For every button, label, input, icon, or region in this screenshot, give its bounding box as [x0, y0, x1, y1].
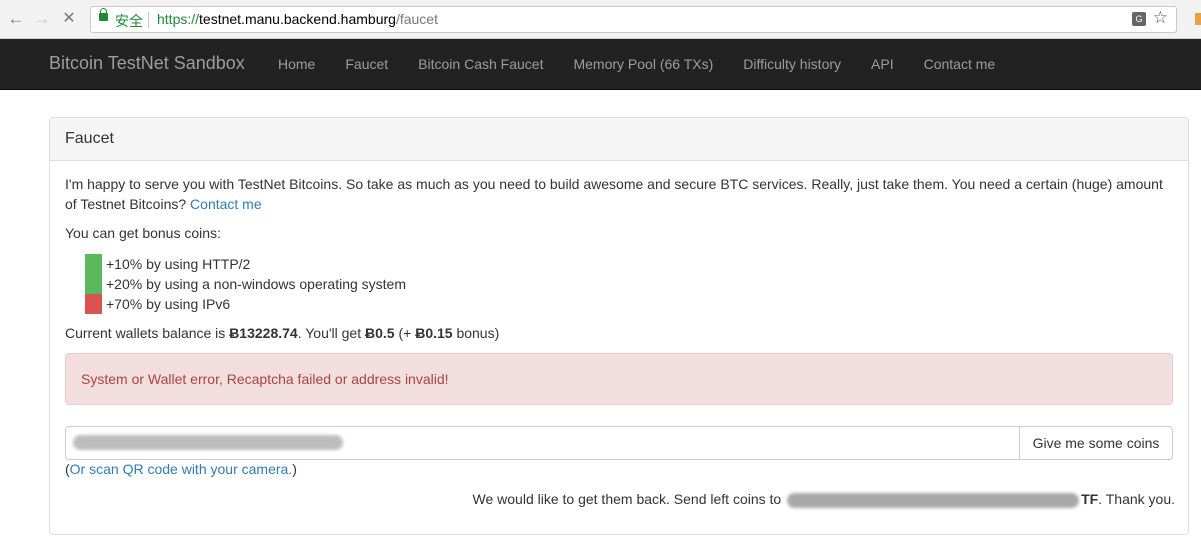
bonus-status-indicator	[85, 274, 102, 294]
return-address-end: TF	[1081, 491, 1099, 507]
panel-heading: Faucet	[50, 118, 1188, 161]
browser-toolbar: ← → ✕ 安全 https://testnet.manu.backend.ha…	[0, 0, 1201, 39]
balance-prefix: Current wallets balance is	[65, 325, 230, 341]
bonus-status-indicator	[85, 254, 102, 274]
bonus-label: +20% by using a non-windows operating sy…	[106, 276, 407, 292]
balance-mid: . You'll get	[297, 325, 365, 341]
qr-close: )	[292, 461, 297, 477]
forward-arrow-icon[interactable]: →	[32, 8, 52, 30]
nav-item-bitcoin-cash-faucet[interactable]: Bitcoin Cash Faucet	[403, 39, 558, 89]
redacted-return-address	[787, 492, 1080, 508]
redacted-address	[73, 435, 343, 450]
back-arrow-icon[interactable]: ←	[6, 8, 26, 30]
bonus-label: +10% by using HTTP/2	[106, 256, 251, 272]
return-prefix: We would like to get them back. Send lef…	[472, 491, 786, 507]
qr-hint: (Or scan QR code with your camera.)	[65, 459, 1175, 479]
panel-title: Faucet	[65, 130, 114, 147]
nav-item-api[interactable]: API	[856, 39, 909, 89]
contact-me-link[interactable]: Contact me	[190, 196, 262, 212]
return-coins-line: We would like to get them back. Send lef…	[65, 489, 1175, 509]
scan-qr-link[interactable]: Or scan QR code with your camera.	[70, 461, 293, 477]
nav-item-faucet[interactable]: Faucet	[330, 39, 403, 89]
translate-icon[interactable]: G	[1132, 12, 1146, 26]
return-suffix: . Thank you.	[1098, 491, 1175, 507]
bonus-heading: You can get bonus coins:	[65, 225, 221, 241]
lock-icon	[99, 8, 108, 21]
address-bar[interactable]: 安全 https://testnet.manu.backend.hamburg/…	[90, 6, 1177, 33]
faucet-panel: Faucet I'm happy to serve you with TestN…	[49, 117, 1189, 535]
site-navbar: Bitcoin TestNet Sandbox Home Faucet Bitc…	[0, 39, 1201, 90]
nav-item-memory-pool[interactable]: Memory Pool (66 TXs)	[558, 39, 728, 89]
wallet-address-input[interactable]	[65, 426, 1020, 460]
brand-link[interactable]: Bitcoin TestNet Sandbox	[49, 53, 245, 74]
error-alert: System or Wallet error, Recaptcha failed…	[65, 353, 1173, 405]
nav-links: Home Faucet Bitcoin Cash Faucet Memory P…	[263, 39, 1010, 89]
balance-line: Current wallets balance is Ƀ13228.74. Yo…	[65, 323, 1175, 343]
stop-loading-icon[interactable]: ✕	[59, 8, 79, 30]
nav-item-contact[interactable]: Contact me	[909, 39, 1011, 89]
nav-item-difficulty-history[interactable]: Difficulty history	[728, 39, 856, 89]
bonus-status-indicator	[85, 294, 102, 314]
bonus-amount: Ƀ0.15	[415, 325, 453, 341]
url-text[interactable]: https://testnet.manu.backend.hamburg/fau…	[157, 11, 438, 27]
bookmark-star-icon[interactable]: ☆	[1153, 8, 1168, 28]
url-path: /faucet	[395, 11, 438, 27]
bonus-open: (+	[394, 325, 416, 341]
url-host: testnet.manu.backend.hamburg	[199, 11, 396, 27]
wallet-balance: Ƀ13228.74	[229, 325, 298, 341]
secure-label: 安全	[115, 13, 143, 29]
address-input-group: Give me some coins	[65, 426, 1173, 460]
address-divider	[148, 12, 149, 28]
url-scheme: https://	[157, 11, 200, 27]
extension-icon[interactable]	[1195, 13, 1201, 25]
give-coins-button[interactable]: Give me some coins	[1019, 426, 1173, 460]
bonus-label: +70% by using IPv6	[106, 296, 231, 312]
bonus-close: bonus)	[452, 325, 500, 341]
intro-paragraph: I'm happy to serve you with TestNet Bitc…	[65, 174, 1175, 214]
payout-amount: Ƀ0.5	[365, 325, 395, 341]
nav-item-home[interactable]: Home	[263, 39, 330, 89]
